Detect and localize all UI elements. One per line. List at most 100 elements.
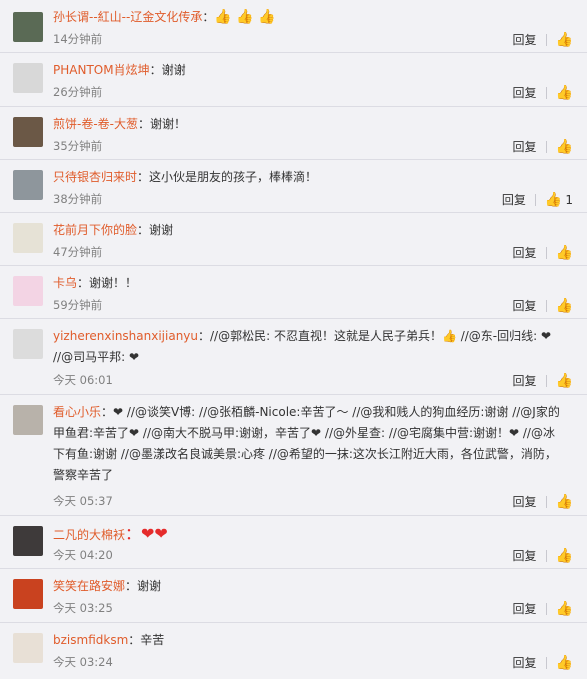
comment-username[interactable]: 只待银杏归来时 [53,170,137,184]
reply-button[interactable]: 回复 [513,547,537,564]
comment-list: 孙长谓--紅山--辽金文化传承：👍 👍 👍 14分钟前 回复 👍 PHANTOM… [0,0,587,679]
thumbs-up-icon: 👍 [555,244,573,261]
divider [545,656,547,669]
comment-username[interactable]: 孙长谓--紅山--辽金文化传承 [53,10,202,24]
divider [545,246,547,259]
like-button[interactable]: 👍 [556,373,573,389]
like-button[interactable]: 👍 [556,32,573,48]
like-button[interactable]: 👍 [556,601,573,617]
comment-text: ：❤❤ [125,524,168,543]
comment-text: ：谢谢！！ [77,276,138,290]
comment-username[interactable]: 二凡的大棉袄 [53,528,125,542]
thumbs-up-icon: 👍 [555,654,573,671]
comment-username[interactable]: 煎饼-卷-卷-大葱 [53,117,138,131]
reply-button[interactable]: 回复 [513,84,537,101]
comment-text: ： [202,10,215,24]
thumbs-up-icon: 👍 [555,297,573,314]
reply-button[interactable]: 回复 [513,31,537,48]
avatar[interactable] [13,526,43,556]
like-button[interactable]: 👍 [556,548,573,564]
reply-button[interactable]: 回复 [513,372,537,389]
comment-username[interactable]: 卡乌 [53,276,77,290]
divider [545,299,547,312]
reply-button[interactable]: 回复 [513,654,537,671]
comment-time: 今天 04:20 [53,548,113,562]
comment-item: 卡乌：谢谢！！ 59分钟前 回复 👍 [0,266,587,319]
comment-item: bzismfidksm：辛苦 今天 03:24 回复 👍 [0,623,587,679]
comment-username[interactable]: 看心小乐 [53,405,101,419]
comment-text: ：❤ //@谈笑V博: //@张栢麟-Nicole:辛苦了～ //@我和贱人的狗… [53,405,560,482]
avatar[interactable] [13,633,43,663]
comment-item: 看心小乐：❤ //@谈笑V博: //@张栢麟-Nicole:辛苦了～ //@我和… [0,395,587,516]
divider [545,549,547,562]
thumbs-up-icon: 👍 [555,31,573,48]
comment-item: 煎饼-卷-卷-大葱：谢谢！ 35分钟前 回复 👍 [0,107,587,160]
divider [545,33,547,46]
comment-item: 只待银杏归来时：这小伙是朋友的孩子，棒棒滴！ 38分钟前 回复 👍 1 [0,160,587,213]
divider [545,86,547,99]
comment-text: ：谢谢 [149,63,186,77]
reply-button[interactable]: 回复 [513,138,537,155]
like-button[interactable]: 👍 1 [545,192,573,208]
comment-item: 孙长谓--紅山--辽金文化传承：👍 👍 👍 14分钟前 回复 👍 [0,0,587,53]
thumbs-up-icon: 👍 [555,493,573,510]
like-button[interactable]: 👍 [556,85,573,101]
comment-username[interactable]: yizherenxinshanxijianyu [53,329,198,343]
thumbs-up-icon: 👍 [555,547,573,564]
comment-username[interactable]: PHANTOM肖炫坤 [53,63,150,77]
comment-item: 笑笑在路安娜：谢谢 今天 03:25 回复 👍 [0,569,587,623]
thumbs-up-icon: 👍 [555,372,573,389]
like-button[interactable]: 👍 [556,245,573,261]
thumbs-up-icon: 👍 [544,191,563,208]
reply-button[interactable]: 回复 [513,297,537,314]
comment-time: 14分钟前 [53,32,103,46]
comment-text: ：谢谢！ [138,117,187,131]
comment-time: 今天 03:25 [53,601,113,615]
comment-item: 花前月下你的脸：谢谢 47分钟前 回复 👍 [0,213,587,266]
comment-time: 今天 06:01 [53,373,113,387]
comment-time: 今天 03:24 [53,655,113,669]
comment-time: 38分钟前 [53,192,103,206]
like-count: 1 [565,192,573,207]
divider [545,374,547,387]
comment-text: ：辛苦 [128,633,165,647]
thumbs-up-icon: 👍 [555,138,573,155]
like-button[interactable]: 👍 [556,655,573,671]
reply-button[interactable]: 回复 [513,493,537,510]
thumbs-up-icon: 👍 👍 👍 [214,9,276,25]
comment-item: yizherenxinshanxijianyu：//@郭松民: 不忍直视！这就是… [0,319,587,395]
divider [545,495,547,508]
avatar[interactable] [13,170,43,200]
comment-username[interactable]: 花前月下你的脸 [53,223,137,237]
thumbs-up-icon: 👍 [555,84,573,101]
comment-item: PHANTOM肖炫坤：谢谢 26分钟前 回复 👍 [0,53,587,107]
divider [545,602,547,615]
reply-button[interactable]: 回复 [502,191,526,208]
avatar[interactable] [13,63,43,93]
comment-username[interactable]: 笑笑在路安娜 [53,579,125,593]
avatar[interactable] [13,329,43,359]
comment-username[interactable]: bzismfidksm [53,633,128,647]
comment-time: 26分钟前 [53,85,103,99]
comment-time: 59分钟前 [53,298,103,312]
comment-time: 今天 05:37 [53,494,113,508]
comment-time: 35分钟前 [53,139,103,153]
avatar[interactable] [13,276,43,306]
reply-button[interactable]: 回复 [513,244,537,261]
avatar[interactable] [13,579,43,609]
avatar[interactable] [13,117,43,147]
like-button[interactable]: 👍 [556,494,573,510]
comment-time: 47分钟前 [53,245,103,259]
avatar[interactable] [13,405,43,435]
divider [534,193,536,206]
like-button[interactable]: 👍 [556,298,573,314]
comment-text: ：这小伙是朋友的孩子，棒棒滴！ [137,170,318,184]
like-button[interactable]: 👍 [556,139,573,155]
avatar[interactable] [13,223,43,253]
reply-button[interactable]: 回复 [513,600,537,617]
avatar[interactable] [13,12,43,42]
divider [545,140,547,153]
comment-text: ：谢谢 [137,223,174,237]
comment-text: ：谢谢 [125,579,162,593]
thumbs-up-icon: 👍 [555,600,573,617]
